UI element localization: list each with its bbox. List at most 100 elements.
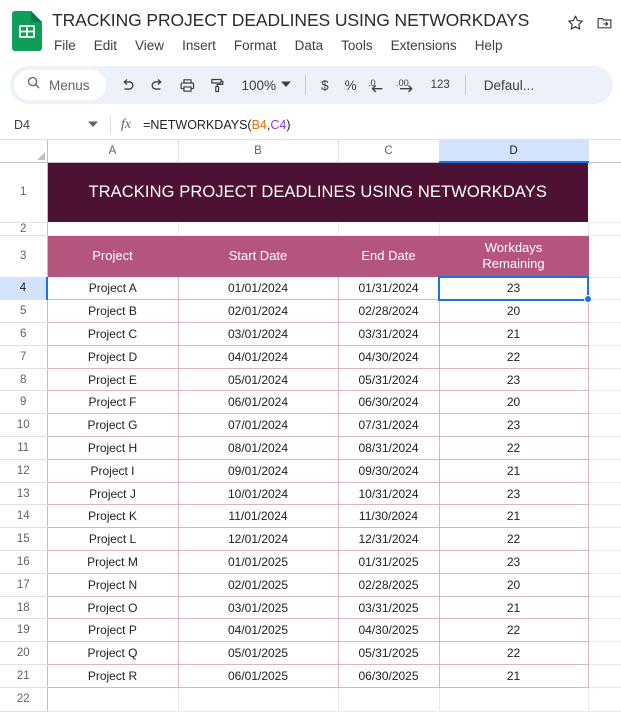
column-header-b[interactable]: B (178, 140, 339, 163)
cell-b18[interactable]: 03/01/2025 (177, 596, 339, 620)
table-header-start-date[interactable]: Start Date (178, 235, 339, 277)
row-header-14[interactable]: 14 (0, 504, 48, 529)
cell-b10[interactable]: 07/01/2024 (177, 413, 339, 438)
cell-a19[interactable]: Project P (46, 618, 179, 643)
cell-b6[interactable]: 03/01/2024 (177, 322, 339, 346)
row-header-5[interactable]: 5 (0, 299, 48, 324)
row-header-10[interactable]: 10 (0, 413, 48, 438)
cell-d13[interactable]: 23 (438, 482, 589, 506)
cell-d8[interactable]: 23 (438, 368, 589, 392)
cell-d21[interactable]: 21 (438, 664, 589, 688)
cell-a13[interactable]: Project J (46, 482, 179, 506)
cell-c12[interactable]: 09/30/2024 (337, 459, 440, 483)
cell-b22[interactable] (178, 687, 339, 712)
cell-a7[interactable]: Project D (46, 345, 179, 369)
spreadsheet-grid[interactable]: A B C D 1 TRACKING PROJECT DEADLINES USI… (0, 140, 621, 720)
cell-c10[interactable]: 07/31/2024 (337, 413, 440, 438)
number-format-button[interactable]: 123 (424, 71, 457, 99)
cell-b8[interactable]: 05/01/2024 (177, 368, 339, 392)
cell-b20[interactable]: 05/01/2025 (177, 641, 339, 666)
font-family-button[interactable]: Defaul... (474, 78, 538, 93)
row-header-20[interactable]: 20 (0, 641, 48, 666)
cell-d20[interactable]: 22 (438, 641, 589, 666)
cell-d16[interactable]: 23 (438, 550, 589, 574)
print-icon[interactable] (174, 71, 202, 99)
cell-a5[interactable]: Project B (46, 299, 179, 324)
cell-b21[interactable]: 06/01/2025 (177, 664, 339, 688)
cell-d7[interactable]: 22 (438, 345, 589, 369)
row-header-17[interactable]: 17 (0, 573, 48, 597)
google-sheets-logo[interactable] (12, 11, 42, 51)
row-header-8[interactable]: 8 (0, 368, 48, 392)
row-header-13[interactable]: 13 (0, 482, 48, 506)
cell-d19[interactable]: 22 (438, 618, 589, 643)
cell-c20[interactable]: 05/31/2025 (337, 641, 440, 666)
cell-a15[interactable]: Project L (46, 527, 179, 552)
column-header-c[interactable]: C (338, 140, 440, 163)
cell-d6[interactable]: 21 (438, 322, 589, 346)
cell-d2[interactable] (439, 222, 589, 236)
cell-a12[interactable]: Project I (46, 459, 179, 483)
cell-a22[interactable] (47, 687, 179, 712)
row-header-3[interactable]: 3 (0, 235, 48, 278)
cell-a9[interactable]: Project F (46, 390, 179, 415)
menu-item-help[interactable]: Help (473, 37, 505, 54)
cell-b4[interactable]: 01/01/2024 (177, 277, 339, 301)
cell-d14[interactable]: 21 (438, 504, 589, 529)
table-header-project[interactable]: Project (47, 235, 179, 277)
banner-title-cell[interactable]: TRACKING PROJECT DEADLINES USING NETWORK… (47, 162, 588, 222)
move-to-folder-icon[interactable] (596, 14, 613, 31)
menu-item-data[interactable]: Data (293, 37, 326, 54)
table-header-workdays-remaining[interactable]: Workdays Remaining (439, 235, 589, 277)
row-header-11[interactable]: 11 (0, 436, 48, 460)
cell-c6[interactable]: 03/31/2024 (337, 322, 440, 346)
cell-b16[interactable]: 01/01/2025 (177, 550, 339, 574)
row-header-19[interactable]: 19 (0, 618, 48, 643)
cell-a21[interactable]: Project R (46, 664, 179, 688)
cell-c21[interactable]: 06/30/2025 (337, 664, 440, 688)
cell-b14[interactable]: 11/01/2024 (177, 504, 339, 529)
menu-item-file[interactable]: File (52, 37, 78, 54)
row-header-1[interactable]: 1 (0, 162, 48, 223)
cell-c18[interactable]: 03/31/2025 (337, 596, 440, 620)
cell-c13[interactable]: 10/31/2024 (337, 482, 440, 506)
cell-a2[interactable] (47, 222, 179, 236)
row-header-18[interactable]: 18 (0, 596, 48, 620)
cell-a10[interactable]: Project G (46, 413, 179, 438)
cell-b5[interactable]: 02/01/2024 (177, 299, 339, 324)
cell-d5[interactable]: 20 (438, 299, 589, 324)
cell-c15[interactable]: 12/31/2024 (337, 527, 440, 552)
menu-item-extensions[interactable]: Extensions (389, 37, 459, 54)
zoom-control[interactable]: 100% (234, 71, 298, 99)
menu-item-edit[interactable]: Edit (92, 37, 119, 54)
cell-d18[interactable]: 21 (438, 596, 589, 620)
cell-c14[interactable]: 11/30/2024 (337, 504, 440, 529)
cell-a4[interactable]: Project A (46, 277, 179, 301)
cell-c5[interactable]: 02/28/2024 (337, 299, 440, 324)
cell-c22[interactable] (338, 687, 440, 712)
cell-b7[interactable]: 04/01/2024 (177, 345, 339, 369)
row-header-2[interactable]: 2 (0, 222, 48, 236)
name-box[interactable]: D4 (14, 118, 108, 132)
cell-a6[interactable]: Project C (46, 322, 179, 346)
formula-input[interactable]: =NETWORKDAYS(B4,C4) (143, 118, 290, 132)
row-header-15[interactable]: 15 (0, 527, 48, 552)
percent-format-button[interactable]: % (338, 71, 364, 99)
cell-d10[interactable]: 23 (438, 413, 589, 438)
menu-item-insert[interactable]: Insert (180, 37, 218, 54)
cell-b13[interactable]: 10/01/2024 (177, 482, 339, 506)
cell-c7[interactable]: 04/30/2024 (337, 345, 440, 369)
cell-b19[interactable]: 04/01/2025 (177, 618, 339, 643)
cell-a18[interactable]: Project O (46, 596, 179, 620)
table-header-end-date[interactable]: End Date (338, 235, 440, 277)
document-title[interactable]: TRACKING PROJECT DEADLINES USING NETWORK… (52, 9, 559, 31)
cell-a8[interactable]: Project E (46, 368, 179, 392)
cell-b2[interactable] (178, 222, 339, 236)
cell-c19[interactable]: 04/30/2025 (337, 618, 440, 643)
cell-c8[interactable]: 05/31/2024 (337, 368, 440, 392)
cell-a16[interactable]: Project M (46, 550, 179, 574)
cell-b15[interactable]: 12/01/2024 (177, 527, 339, 552)
cell-b9[interactable]: 06/01/2024 (177, 390, 339, 415)
decrease-decimal-icon[interactable]: .0 (366, 71, 392, 99)
cell-c17[interactable]: 02/28/2025 (337, 573, 440, 597)
